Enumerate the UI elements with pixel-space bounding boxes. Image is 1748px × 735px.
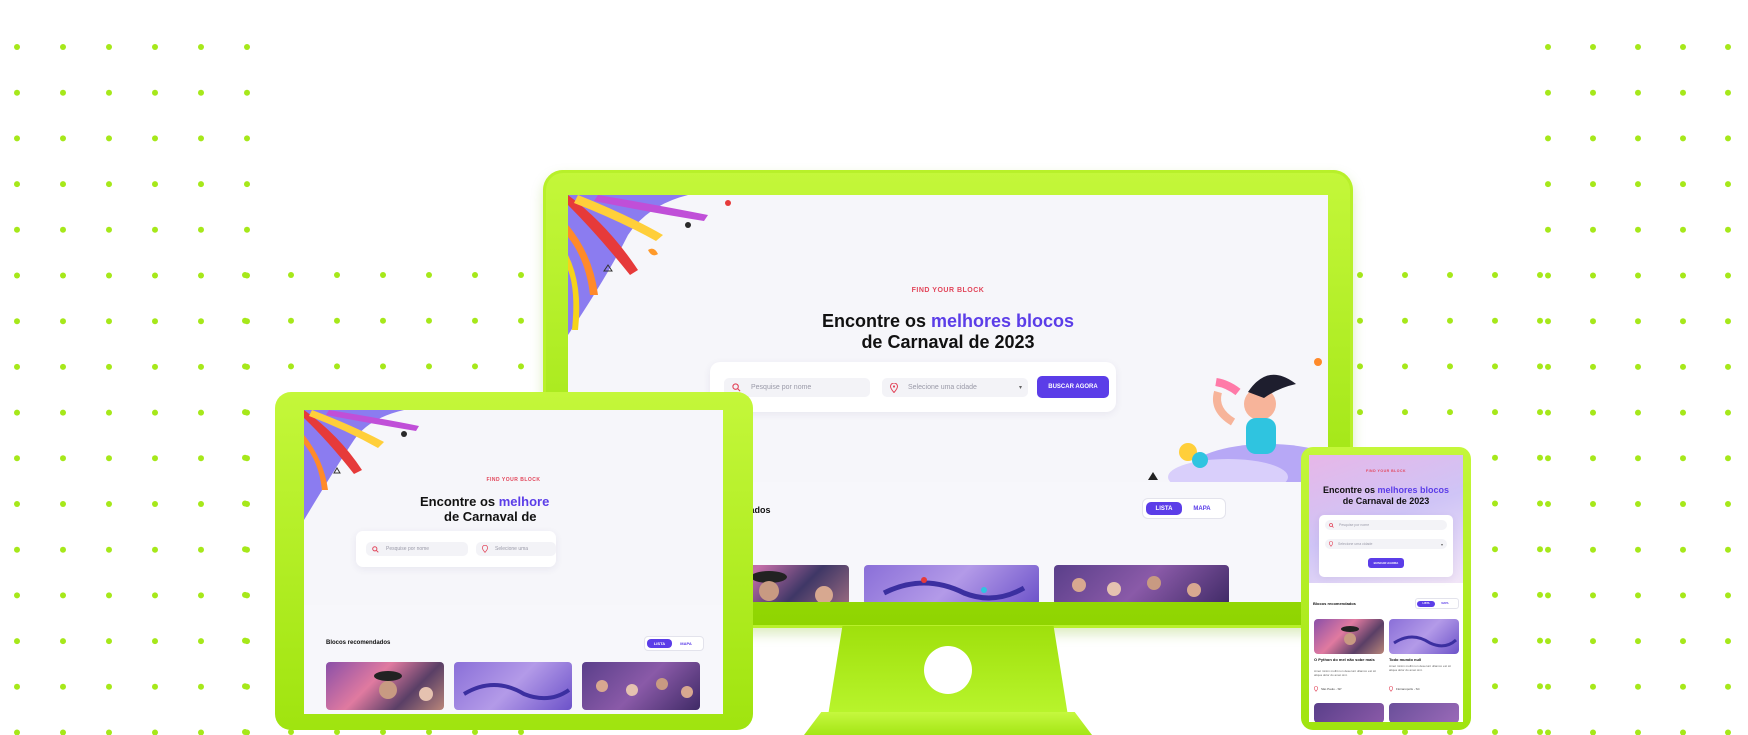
tab-map[interactable]: MAPA — [1182, 502, 1222, 515]
search-input[interactable]: Pesquise por nome — [1325, 520, 1447, 530]
block-card-title[interactable]: O Python do mel não sobe mais — [1314, 657, 1382, 662]
search-bar: Pesquise por nome Selecione uma cidade ▾… — [1319, 515, 1453, 577]
block-card-image[interactable] — [1054, 565, 1229, 602]
map-pin-icon — [482, 545, 488, 553]
hero-eyebrow: FIND YOUR BLOCK — [486, 477, 541, 483]
headline-accent: melhores blocos — [1377, 485, 1450, 495]
block-card-description: Amet minim mollit non deserunt ullamco e… — [1314, 669, 1376, 677]
tab-list[interactable]: LISTA — [1146, 502, 1182, 515]
tab-list[interactable]: LISTA — [647, 639, 672, 648]
hero-section: FIND YOUR BLOCK Encontre os melhore de C… — [304, 410, 723, 605]
block-card-description: Amet minim mollit non deserunt ullamco e… — [1389, 664, 1451, 672]
city-select[interactable]: Selecione uma cidade ▾ — [882, 378, 1028, 397]
headline-accent: melhores blocos — [930, 311, 1075, 331]
recommended-title: Blocos recomendados — [326, 640, 391, 646]
laptop-screen: FIND YOUR BLOCK Encontre os melhore de C… — [304, 410, 723, 714]
hero-eyebrow: FIND YOUR BLOCK — [911, 287, 985, 294]
confetti-photo — [882, 577, 1026, 601]
tablet-mockup: FIND YOUR BLOCK Encontre os melhores blo… — [1301, 447, 1471, 730]
hero-headline: Encontre os melhore de Carnaval de — [420, 494, 550, 524]
hero-section: FIND YOUR BLOCK Encontre os melhores blo… — [1309, 455, 1463, 583]
block-card-image[interactable] — [1314, 703, 1384, 722]
search-input[interactable]: Pesquise por nome — [366, 542, 468, 556]
crowd-photo — [1341, 626, 1359, 645]
search-submit-button[interactable]: BUSCAR AGORA — [1368, 558, 1404, 568]
confetti-photo — [462, 683, 571, 701]
recommended-title: Blocos recomendados — [1313, 601, 1356, 606]
search-icon — [372, 545, 379, 553]
block-card-image[interactable] — [1314, 619, 1384, 654]
block-card-image[interactable] — [582, 662, 700, 710]
monitor-stand-base — [804, 712, 1092, 735]
tab-list[interactable]: LISTA — [1417, 600, 1435, 607]
search-bar: Pesquise por nome Selecione uma cidade ▾… — [710, 362, 1116, 412]
confetti-photo — [1393, 635, 1458, 648]
laptop-mockup: FIND YOUR BLOCK Encontre os melhore de C… — [275, 392, 753, 730]
block-card-image[interactable] — [326, 662, 444, 710]
block-card-image[interactable] — [1389, 619, 1459, 654]
block-card-location: Florianópolis - SC — [1389, 686, 1420, 692]
city-select[interactable]: Selecione uma cidade ▾ — [1325, 539, 1447, 549]
tab-map[interactable]: MAPA — [1435, 601, 1455, 607]
hero-headline: Encontre os melhores blocos de Carnaval … — [821, 311, 1075, 352]
chevron-down-icon: ▾ — [1440, 541, 1443, 547]
search-bar: Pesquise por nome Selecione uma — [356, 531, 556, 567]
carnival-dancer-illustration — [1148, 358, 1328, 482]
block-card-image[interactable] — [1389, 703, 1459, 722]
block-card-image[interactable] — [864, 565, 1039, 602]
block-card-location: São Paulo - SP — [1314, 686, 1342, 692]
map-pin-icon — [1329, 541, 1333, 547]
block-card-image[interactable] — [454, 662, 572, 710]
city-select[interactable]: Selecione uma — [476, 542, 556, 556]
crowd-photo — [374, 671, 433, 701]
search-submit-button[interactable]: BUSCAR AGORA — [1037, 376, 1109, 398]
view-toggle: LISTA MAPA — [1142, 498, 1226, 519]
block-card-title[interactable]: Todo mundo null — [1389, 657, 1457, 662]
search-icon — [1329, 522, 1334, 528]
tab-map[interactable]: MAPA — [672, 639, 700, 648]
chevron-down-icon: ▾ — [1018, 385, 1022, 391]
crowd-photo — [1072, 576, 1201, 597]
hero-eyebrow: FIND YOUR BLOCK — [1365, 469, 1407, 473]
view-toggle: LISTA MAPA — [1415, 598, 1459, 609]
crowd-photo — [596, 678, 693, 698]
map-pin-icon — [1314, 686, 1318, 692]
view-toggle: LISTA MAPA — [644, 636, 704, 651]
tablet-screen: FIND YOUR BLOCK Encontre os melhores blo… — [1309, 455, 1463, 722]
search-icon — [732, 383, 741, 392]
map-pin-icon — [1389, 686, 1393, 692]
monitor-stand-hole — [924, 646, 972, 694]
headline-accent: melhore — [498, 494, 550, 509]
map-pin-icon — [890, 382, 898, 393]
hero-headline: Encontre os melhores blocos de Carnaval … — [1322, 485, 1450, 506]
